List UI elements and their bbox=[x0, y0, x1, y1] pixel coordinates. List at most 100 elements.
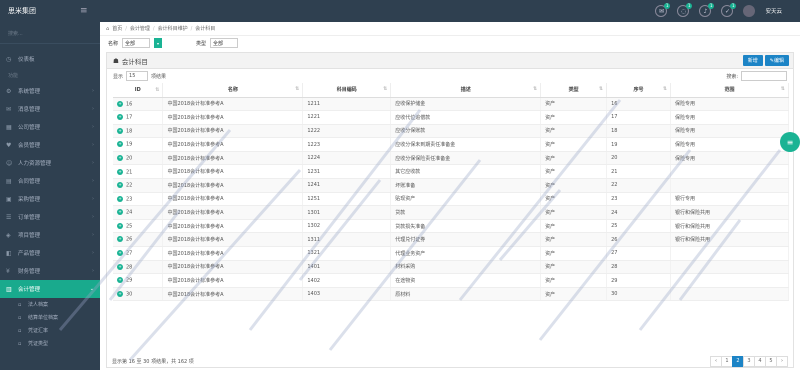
page-size-select[interactable]: 15 bbox=[126, 71, 149, 81]
table-row[interactable]: +17 中国2018会计标准参考A 1221 应收代位追偿款 资产 17 保险专用 bbox=[113, 110, 789, 125]
type-select[interactable]: 全部 bbox=[210, 38, 239, 48]
table-cell: 中国2018会计标准参考A bbox=[162, 192, 304, 207]
cell-value: 资产 bbox=[545, 223, 556, 230]
mail-icon[interactable]: ✉ 1 bbox=[655, 3, 671, 17]
sidebar-item-system[interactable]: ⚙ 系统管理 › bbox=[0, 82, 100, 100]
sidebar-item-purchase[interactable]: ▣ 采购管理 › bbox=[0, 190, 100, 208]
table-cell: 中国2018会计标准参考A bbox=[162, 164, 304, 180]
breadcrumb-item[interactable]: 会计管理 bbox=[130, 25, 150, 32]
column-header[interactable]: ID ⇅ bbox=[113, 83, 164, 98]
expand-icon[interactable]: + bbox=[117, 250, 123, 257]
user-name[interactable]: 安天云 bbox=[765, 7, 782, 15]
sidebar-subitem-legal[interactable]: ▫ 法人档案 bbox=[0, 298, 100, 311]
sidebar-item-accounting[interactable]: ▥ 会计管理 ⌄ bbox=[0, 280, 100, 298]
table-row[interactable]: +22 中国2018会计标准参考A 1241 坏账准备 资产 22 bbox=[113, 178, 789, 193]
chevron-icon: › bbox=[92, 142, 94, 148]
table-row[interactable]: +24 中国2018会计标准参考A 1301 贷款 资产 24 银行和保险共用 bbox=[113, 205, 789, 220]
sidebar-subitem-rate[interactable]: ▫ 凭证汇率 bbox=[0, 324, 100, 337]
sidebar-item-hr[interactable]: ☺ 人力资源管理 › bbox=[0, 154, 100, 172]
table-cell: 资产 bbox=[540, 110, 608, 125]
list-icon[interactable]: ≡ bbox=[780, 132, 800, 152]
table-cell bbox=[670, 260, 789, 275]
chevron-down-icon[interactable]: ▾ bbox=[154, 38, 163, 48]
edit-button[interactable]: ✎ 编辑 bbox=[764, 55, 789, 66]
new-button[interactable]: 新增 bbox=[742, 55, 763, 66]
expand-icon[interactable]: + bbox=[117, 277, 123, 284]
bell-icon[interactable]: ♪ 1 bbox=[699, 3, 715, 17]
table-row[interactable]: +30 中国2018会计标准参考A 1403 原材料 资产 30 bbox=[113, 287, 789, 302]
expand-icon[interactable]: + bbox=[117, 154, 123, 161]
sidebar-item-order[interactable]: ☰ 订单管理 › bbox=[0, 208, 100, 226]
table-row[interactable]: +27 中国2018会计标准参考A 1321 代理业务资产 资产 27 bbox=[113, 246, 789, 261]
column-header[interactable]: 范围 ⇅ bbox=[670, 83, 789, 98]
chevron-icon: › bbox=[92, 106, 94, 112]
cell-value: 代理业务资产 bbox=[395, 250, 426, 257]
menu-icon[interactable]: ≡ bbox=[80, 6, 88, 16]
task-icon[interactable]: ✓ 1 bbox=[721, 3, 737, 17]
column-header[interactable]: 名称 ⇅ bbox=[162, 83, 304, 98]
cell-value: 22 bbox=[611, 182, 618, 189]
sidebar-item-dashboard[interactable]: ◷ 仪表板 bbox=[0, 50, 100, 68]
table-row[interactable]: +26 中国2018会计标准参考A 1311 代理兑付证券 资产 26 银行和保险共用 bbox=[113, 232, 789, 248]
table-row[interactable]: +29 中国2018会计标准参考A 1402 在途物资 资产 29 bbox=[113, 273, 789, 288]
table-row[interactable]: +20 中国2018会计标准参考A 1224 应收分保保险责任准备金 资产 20 保险专用 bbox=[113, 151, 789, 166]
table-row[interactable]: +16 中国2018会计标准参考A 1211 应收保护储金 资产 16 保险专用 bbox=[113, 97, 789, 112]
page-button[interactable]: › bbox=[776, 355, 788, 367]
search-input[interactable] bbox=[741, 71, 787, 81]
doc-icon: ▫ bbox=[18, 327, 22, 334]
expand-icon[interactable]: + bbox=[117, 100, 123, 107]
chat-icon[interactable]: ◌ 1 bbox=[677, 3, 693, 17]
expand-icon[interactable]: + bbox=[117, 141, 123, 148]
sidebar-item-contract[interactable]: ▤ 合同管理 › bbox=[0, 172, 100, 190]
expand-icon[interactable]: + bbox=[117, 222, 123, 229]
column-header[interactable]: 描述 ⇅ bbox=[390, 83, 542, 98]
cell-value: 资产 bbox=[545, 196, 556, 203]
sidebar-item-finance[interactable]: ¥ 财务管理 › bbox=[0, 262, 100, 280]
expand-icon[interactable]: + bbox=[117, 114, 123, 121]
column-header[interactable]: 类型 ⇅ bbox=[540, 83, 608, 98]
expand-icon[interactable]: + bbox=[117, 168, 123, 175]
cell-value: 1402 bbox=[307, 277, 321, 284]
expand-icon[interactable]: + bbox=[117, 182, 123, 189]
table-cell bbox=[670, 273, 789, 288]
table-cell: 18 bbox=[606, 124, 672, 139]
table-row[interactable]: +18 中国2018会计标准参考A 1222 应收分保账款 资产 18 保险专用 bbox=[113, 124, 789, 139]
cell-value: 银行和保险共用 bbox=[675, 223, 711, 230]
table-cell: 16 bbox=[606, 97, 672, 112]
sidebar-subitem-settlement[interactable]: ▫ 结算单位档案 bbox=[0, 311, 100, 324]
cell-value: 中国2018会计标准参考A bbox=[167, 237, 224, 244]
expand-icon[interactable]: + bbox=[117, 263, 123, 270]
sidebar-item-message[interactable]: ✉ 消息管理 › bbox=[0, 100, 100, 118]
column-header-label: 范围 bbox=[724, 87, 735, 94]
sidebar-subitem-voucher-type[interactable]: ▫ 凭证类型 bbox=[0, 337, 100, 350]
sidebar-item-product[interactable]: ◧ 产品管理 › bbox=[0, 244, 100, 262]
column-header[interactable]: 科目编码 ⇅ bbox=[302, 83, 392, 98]
table-cell: 保险专用 bbox=[670, 110, 789, 125]
sidebar-item-label: 仪表板 bbox=[18, 57, 35, 63]
cell-value: 坏账准备 bbox=[395, 182, 416, 189]
expand-icon[interactable]: + bbox=[117, 236, 123, 243]
name-select[interactable]: 全部 bbox=[122, 38, 151, 48]
table-row[interactable]: +19 中国2018会计标准参考A 1223 应收分保未到期责任准备金 资产 19 保险专用 bbox=[113, 137, 789, 152]
sidebar-item-project[interactable]: ◈ 项目管理 › bbox=[0, 226, 100, 244]
breadcrumb-item[interactable]: 首页 bbox=[112, 25, 122, 32]
table-cell bbox=[670, 287, 789, 302]
cell-value: 保险专用 bbox=[675, 142, 696, 149]
expand-icon[interactable]: + bbox=[117, 290, 123, 297]
breadcrumb-separator: / bbox=[125, 25, 127, 32]
sidebar-item-member[interactable]: ♥ 会员管理 › bbox=[0, 136, 100, 154]
expand-icon[interactable]: + bbox=[117, 127, 123, 134]
table-row[interactable]: +25 中国2018会计标准参考A 1302 贷款损失准备 资产 25 银行和保险共用 bbox=[113, 219, 789, 234]
expand-icon[interactable]: + bbox=[117, 195, 123, 202]
sidebar-item-company[interactable]: ▦ 公司管理 › bbox=[0, 118, 100, 136]
breadcrumb-item[interactable]: 会计科目维护 bbox=[158, 25, 188, 32]
table-row[interactable]: +28 中国2018会计标准参考A 1401 材料采购 资产 28 bbox=[113, 260, 789, 275]
table-row[interactable]: +21 中国2018会计标准参考A 1231 其它应收款 资产 21 bbox=[113, 164, 789, 180]
cell-value: 贷款损失准备 bbox=[395, 223, 426, 230]
cell-value: 27 bbox=[611, 250, 618, 257]
table-row[interactable]: +23 中国2018会计标准参考A 1251 贴现资产 资产 23 银行专用 bbox=[113, 192, 789, 207]
expand-icon[interactable]: + bbox=[117, 209, 123, 216]
avatar[interactable] bbox=[743, 5, 756, 17]
sidebar-search[interactable]: 搜索... bbox=[0, 24, 100, 44]
column-header[interactable]: 序号 ⇅ bbox=[606, 83, 672, 98]
